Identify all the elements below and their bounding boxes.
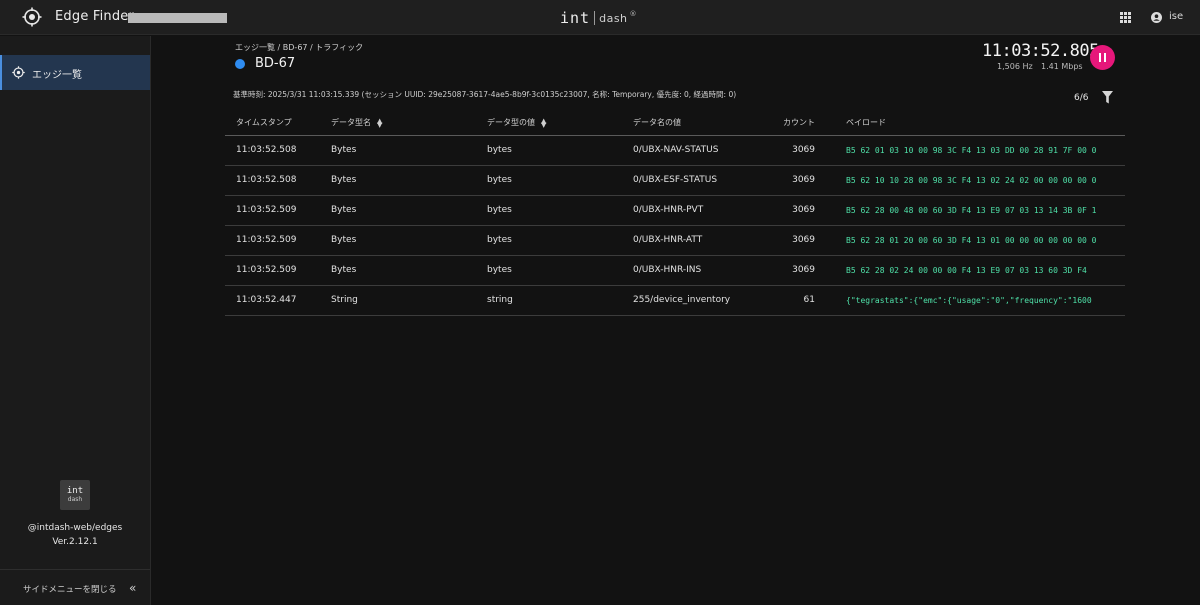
top-bar: Edge Finder int dash ® ise xyxy=(0,0,1200,35)
sidebar-divider xyxy=(0,569,150,570)
table-row[interactable]: 11:03:52.508 Bytes bytes 0/UBX-ESF-STATU… xyxy=(225,166,1125,196)
cell-count: 3069 xyxy=(792,205,815,215)
cell-payload: B5 62 28 00 48 00 60 3D F4 13 E9 07 03 1… xyxy=(846,206,1097,215)
cell-data-name: 0/UBX-HNR-ATT xyxy=(633,235,703,245)
redacted-bar xyxy=(128,13,227,23)
brand-logo: int dash ® xyxy=(560,8,637,28)
cell-type-value: bytes xyxy=(487,265,512,275)
cell-type-name: Bytes xyxy=(331,205,357,215)
cell-timestamp: 11:03:52.447 xyxy=(236,295,297,305)
cell-timestamp: 11:03:52.508 xyxy=(236,145,297,155)
header-data-type-name[interactable]: データ型名 ▲ ▼ xyxy=(331,117,382,128)
cell-payload: B5 62 01 03 10 00 98 3C F4 13 03 DD 00 2… xyxy=(846,146,1097,155)
collapse-icon[interactable]: « xyxy=(129,582,136,594)
rate-hz: 1,506 Hz xyxy=(997,62,1033,71)
cell-data-name: 0/UBX-HNR-PVT xyxy=(633,205,704,215)
table-row[interactable]: 11:03:52.508 Bytes bytes 0/UBX-NAV-STATU… xyxy=(225,136,1125,166)
user-name[interactable]: ise xyxy=(1169,11,1183,22)
cell-type-name: Bytes xyxy=(331,175,357,185)
header-data-type-value[interactable]: データ型の値 ▲ ▼ xyxy=(487,117,546,128)
cell-count: 61 xyxy=(803,295,815,305)
close-side-menu-button[interactable]: サイドメニューを閉じる xyxy=(23,583,117,595)
cell-payload: B5 62 28 02 24 00 00 00 F4 13 E9 07 03 1… xyxy=(846,266,1087,275)
rate-mbps: 1.41 Mbps xyxy=(1041,62,1083,71)
cell-data-name: 0/UBX-HNR-INS xyxy=(633,265,702,275)
table-header: タイムスタンプ データ型名 ▲ ▼ データ型の値 ▲ ▼ データ名の値 カウント ペイロ… xyxy=(225,110,1125,136)
package-name: @intdash-web/edges xyxy=(27,523,123,533)
cell-type-value: string xyxy=(487,295,513,305)
table-row[interactable]: 11:03:52.509 Bytes bytes 0/UBX-HNR-ATT 3… xyxy=(225,226,1125,256)
logo-int: int xyxy=(66,485,84,496)
table-row[interactable]: 11:03:52.447 String string 255/device_in… xyxy=(225,286,1125,316)
session-info: 基準時刻: 2025/3/31 11:03:15.339 (セッション UUID… xyxy=(233,90,737,99)
page-title: BD-67 xyxy=(255,56,296,71)
cell-timestamp: 11:03:52.509 xyxy=(236,235,297,245)
apps-grid-icon[interactable] xyxy=(1120,12,1131,23)
header-payload: ペイロード xyxy=(846,118,886,127)
header-data-name-value: データ名の値 xyxy=(633,118,681,127)
table-row[interactable]: 11:03:52.509 Bytes bytes 0/UBX-HNR-INS 3… xyxy=(225,256,1125,286)
cell-data-name: 255/device_inventory xyxy=(633,295,731,305)
cell-timestamp: 11:03:52.509 xyxy=(236,265,297,275)
sort-icon[interactable]: ▲ ▼ xyxy=(541,117,546,128)
logo-dash: dash xyxy=(67,495,83,503)
clock-display: 11:03:52.805 xyxy=(982,41,1099,61)
cell-type-value: bytes xyxy=(487,235,512,245)
count-display: 6/6 xyxy=(1074,93,1089,103)
cell-type-value: bytes xyxy=(487,145,512,155)
cell-type-name: Bytes xyxy=(331,145,357,155)
sort-icon[interactable]: ▲ ▼ xyxy=(377,117,382,128)
cell-type-name: String xyxy=(331,295,358,305)
filter-icon[interactable] xyxy=(1102,91,1113,104)
cell-type-value: bytes xyxy=(487,205,512,215)
cell-count: 3069 xyxy=(792,145,815,155)
cell-payload: B5 62 10 10 28 00 98 3C F4 13 02 24 02 0… xyxy=(846,176,1097,185)
status-indicator xyxy=(235,59,245,69)
cell-data-name: 0/UBX-NAV-STATUS xyxy=(633,145,719,155)
cell-type-value: bytes xyxy=(487,175,512,185)
sidebar: エッジ一覧 int dash @intdash-web/edges Ver.2.… xyxy=(0,36,151,605)
cell-timestamp: 11:03:52.508 xyxy=(236,175,297,185)
sidebar-item-label: エッジ一覧 xyxy=(32,70,82,81)
user-icon[interactable] xyxy=(1151,12,1162,23)
brand-registered: ® xyxy=(629,10,637,18)
intdash-logo: int dash xyxy=(60,480,90,510)
target-icon xyxy=(12,66,25,79)
cell-count: 3069 xyxy=(792,235,815,245)
pause-icon-bar xyxy=(1099,53,1101,62)
table-row[interactable]: 11:03:52.509 Bytes bytes 0/UBX-HNR-PVT 3… xyxy=(225,196,1125,226)
cell-type-name: Bytes xyxy=(331,265,357,275)
cell-count: 3069 xyxy=(792,265,815,275)
pause-button[interactable] xyxy=(1090,45,1115,70)
cell-data-name: 0/UBX-ESF-STATUS xyxy=(633,175,718,185)
header-count: カウント xyxy=(783,118,815,127)
header-label: データ型名 xyxy=(331,118,371,127)
cell-count: 3069 xyxy=(792,175,815,185)
brand-int: int xyxy=(560,9,591,27)
pause-icon-bar xyxy=(1104,53,1106,62)
brand-separator xyxy=(594,11,596,25)
cell-payload: {"tegrastats":{"emc":{"usage":"0","frequ… xyxy=(846,296,1092,305)
data-table: タイムスタンプ データ型名 ▲ ▼ データ型の値 ▲ ▼ データ名の値 カウント ペイロ… xyxy=(225,110,1125,316)
brand-dash: dash xyxy=(599,11,628,25)
package-version: Ver.2.12.1 xyxy=(52,537,98,547)
header-label: データ型の値 xyxy=(487,118,535,127)
target-icon[interactable] xyxy=(22,7,42,27)
cell-payload: B5 62 28 01 20 00 60 3D F4 13 01 00 00 0… xyxy=(846,236,1097,245)
sidebar-item-edge-list[interactable]: エッジ一覧 xyxy=(0,55,150,90)
app-title: Edge Finder xyxy=(55,9,135,24)
breadcrumb: エッジ一覧 / BD-67 / トラフィック xyxy=(235,43,364,52)
header-timestamp: タイムスタンプ xyxy=(236,118,292,127)
cell-type-name: Bytes xyxy=(331,235,357,245)
cell-timestamp: 11:03:52.509 xyxy=(236,205,297,215)
